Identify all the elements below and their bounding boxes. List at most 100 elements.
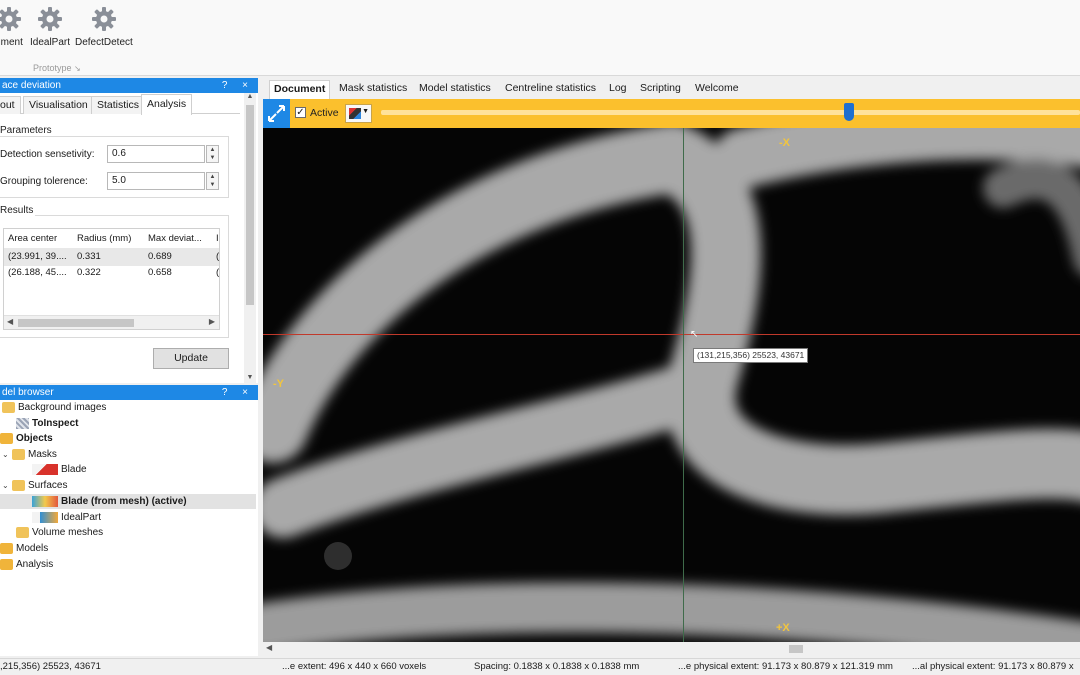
panel-controls[interactable]: ? × bbox=[222, 78, 254, 93]
results-header: Area center Radius (mm) Max deviat... I bbox=[4, 230, 219, 248]
gear-icon bbox=[35, 4, 65, 34]
ribbon-group-launcher-icon[interactable]: ↘ bbox=[74, 64, 81, 73]
results-hscrollbar[interactable]: ◀ ▶ bbox=[4, 315, 219, 329]
tab-scripting[interactable]: Scripting bbox=[636, 80, 685, 99]
gear-icon bbox=[89, 4, 119, 34]
tree-item-idealpart[interactable]: IdealPart bbox=[32, 510, 101, 525]
document-tabs: Document Mask statistics Model statistic… bbox=[263, 78, 1080, 99]
expand-view-icon[interactable] bbox=[263, 99, 290, 128]
status-bar: ,215,356) 25523, 43671 ...e extent: 496 … bbox=[0, 658, 1080, 675]
chevron-down-icon[interactable]: ⌄ bbox=[2, 478, 12, 493]
tree-item-label: Models bbox=[16, 543, 49, 554]
folder-icon bbox=[12, 449, 25, 460]
tab-log[interactable]: Log bbox=[605, 80, 631, 99]
mouse-cursor-icon: ↖ bbox=[690, 329, 699, 340]
tab-document[interactable]: Document bbox=[269, 80, 331, 99]
column-header-radius[interactable]: Radius (mm) bbox=[77, 230, 131, 248]
tree-item-label: Objects bbox=[16, 433, 53, 444]
scrollbar-thumb[interactable] bbox=[789, 645, 803, 653]
ribbon-button-label: DefectDetect bbox=[75, 37, 133, 48]
panel-controls[interactable]: ? × bbox=[222, 385, 254, 400]
defectdetect-ribbon-button[interactable]: DefectDetect bbox=[75, 4, 133, 48]
tab-centreline-statistics[interactable]: Centreline statistics bbox=[501, 80, 600, 99]
column-header-area-center[interactable]: Area center bbox=[8, 230, 57, 248]
cell-area-center: (26.188, 45.... bbox=[8, 267, 67, 278]
tree-item-surfaces[interactable]: ⌄ Surfaces bbox=[2, 478, 67, 493]
detection-spin-buttons[interactable]: ▲ ▼ bbox=[206, 145, 219, 163]
model-browser-titlebar[interactable]: del browser ? × bbox=[0, 385, 258, 400]
deviation-panel-scrollbar[interactable]: ▲ ▼ bbox=[244, 93, 256, 383]
status-spacing: Spacing: 0.1838 x 0.1838 x 0.1838 mm bbox=[474, 661, 640, 672]
tree-item-toinspect[interactable]: ToInspect bbox=[16, 416, 78, 431]
slice-viewer[interactable]: -X +X -Y ↖ (131,215,356) 25523, 43671 bbox=[263, 128, 1080, 642]
cell-radius: 0.322 bbox=[77, 267, 101, 278]
tree-item-blade-from-mesh[interactable]: Blade (from mesh) (active) bbox=[0, 494, 256, 509]
detection-sensitivity-input[interactable]: 0.6 bbox=[107, 145, 205, 163]
scrollbar-thumb[interactable] bbox=[246, 105, 254, 305]
spin-down-icon[interactable]: ▼ bbox=[207, 154, 218, 162]
segment-ribbon-button[interactable]: gment bbox=[0, 4, 24, 48]
colormap-dropdown[interactable]: ▼ bbox=[345, 104, 372, 123]
spin-up-icon[interactable]: ▲ bbox=[207, 173, 218, 181]
tree-item-analysis[interactable]: Analysis bbox=[0, 557, 53, 572]
gear-icon bbox=[0, 4, 24, 34]
slice-slider-handle[interactable] bbox=[844, 103, 855, 121]
tree-item-volume-meshes[interactable]: Volume meshes bbox=[16, 525, 103, 540]
results-title: Results bbox=[0, 205, 36, 216]
deviation-tabs: out Visualisation Statistics Analysis bbox=[0, 94, 240, 115]
grouping-tolerance-input[interactable]: 5.0 bbox=[107, 172, 205, 190]
surface-icon bbox=[32, 496, 58, 507]
scroll-left-icon[interactable]: ◀ bbox=[7, 317, 13, 326]
spin-up-icon[interactable]: ▲ bbox=[207, 146, 218, 154]
tree-item-background-images[interactable]: Background images bbox=[2, 400, 106, 415]
scroll-down-icon[interactable]: ▼ bbox=[244, 374, 256, 381]
surface-icon bbox=[32, 512, 58, 523]
status-physical-extent: ...e physical extent: 91.173 x 80.879 x … bbox=[678, 661, 893, 672]
tree-item-blade-mask[interactable]: Blade bbox=[32, 462, 87, 477]
axis-label-left: -Y bbox=[273, 378, 284, 390]
ribbon-button-label: gment bbox=[0, 37, 23, 48]
active-label: Active bbox=[310, 107, 339, 119]
tree-item-masks[interactable]: ⌄ Masks bbox=[2, 447, 57, 462]
tab-welcome[interactable]: Welcome bbox=[691, 80, 743, 99]
results-table[interactable]: Area center Radius (mm) Max deviat... I … bbox=[3, 228, 220, 330]
scroll-up-icon[interactable]: ▲ bbox=[244, 93, 256, 100]
tab-model-statistics[interactable]: Model statistics bbox=[415, 80, 495, 99]
column-header-max-deviation[interactable]: Max deviat... bbox=[148, 230, 202, 248]
image-stack-icon bbox=[16, 418, 29, 429]
viewer-hscrollbar[interactable]: ◀ bbox=[263, 642, 1080, 656]
idealpart-ribbon-button[interactable]: IdealPart bbox=[30, 4, 70, 48]
deviation-panel-titlebar[interactable]: ace deviation ? × bbox=[0, 78, 258, 93]
tab-visualisation[interactable]: Visualisation bbox=[23, 96, 94, 114]
tab-mask-statistics[interactable]: Mask statistics bbox=[335, 80, 411, 99]
active-checkbox[interactable]: ✓ bbox=[295, 107, 306, 118]
ribbon-group-label: Prototype ↘ bbox=[33, 63, 81, 73]
scrollbar-thumb[interactable] bbox=[18, 319, 134, 327]
tree-item-objects[interactable]: Objects bbox=[0, 431, 53, 446]
scroll-right-icon[interactable]: ▶ bbox=[209, 317, 215, 326]
table-row[interactable]: (26.188, 45.... 0.322 0.658 ( bbox=[4, 264, 219, 282]
vertical-crosshair bbox=[683, 128, 684, 642]
chevron-down-icon[interactable]: ⌄ bbox=[2, 447, 12, 462]
ribbon-button-label: IdealPart bbox=[30, 37, 71, 48]
tab-statistics[interactable]: Statistics bbox=[91, 96, 146, 114]
model-browser-title: del browser bbox=[2, 387, 54, 398]
tree-item-models[interactable]: Models bbox=[0, 541, 48, 556]
column-header-extra[interactable]: I bbox=[216, 230, 219, 248]
horizontal-crosshair bbox=[263, 334, 1080, 335]
spin-down-icon[interactable]: ▼ bbox=[207, 181, 218, 189]
detection-sensitivity-label: Detection sensetivity: bbox=[0, 149, 95, 160]
ribbon: gment IdealPart DefectDetect Prototype ↘ bbox=[0, 0, 1080, 76]
scroll-left-icon[interactable]: ◀ bbox=[266, 643, 272, 652]
tab-layout[interactable]: out bbox=[0, 96, 21, 114]
update-button[interactable]: Update bbox=[153, 348, 229, 369]
tab-analysis[interactable]: Analysis bbox=[141, 94, 193, 115]
slice-slider-track[interactable] bbox=[381, 110, 1080, 115]
ct-slice-image bbox=[263, 128, 1080, 642]
tree-item-label: Blade bbox=[61, 464, 87, 475]
chevron-down-icon: ▼ bbox=[362, 108, 369, 115]
tree-item-label: ToInspect bbox=[32, 418, 79, 429]
ribbon-group-name: Prototype bbox=[33, 63, 72, 73]
grouping-spin-buttons[interactable]: ▲ ▼ bbox=[206, 172, 219, 190]
folder-icon bbox=[12, 480, 25, 491]
